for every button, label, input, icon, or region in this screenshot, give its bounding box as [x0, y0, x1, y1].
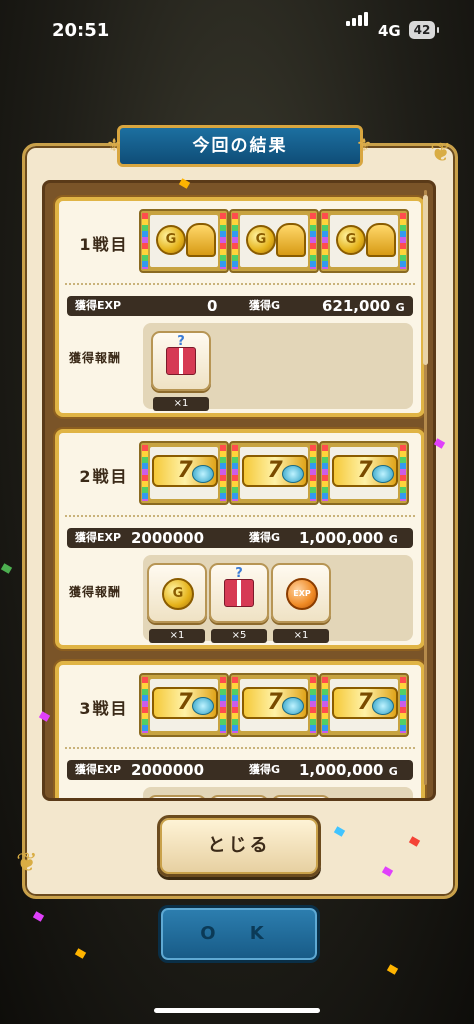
battle-label: 1戦目	[79, 235, 129, 254]
reward-item[interactable]: ? ×5	[209, 563, 269, 643]
slot-reel: 7	[139, 441, 229, 505]
slot-reel: 7	[319, 673, 409, 737]
confetti	[74, 948, 87, 959]
battle-card-2: 2戦目 7 7 7 獲得EXP 2000000 獲得G 1,000,000 G …	[55, 429, 425, 649]
gold-label: 獲得G	[249, 299, 281, 312]
gem-icon	[192, 697, 214, 715]
ok-button[interactable]: O K	[158, 905, 320, 963]
reward-area: G ? EXP	[143, 787, 413, 798]
gold-value: 1,000,000	[299, 761, 384, 779]
reward-item[interactable]: EXP	[271, 795, 331, 798]
mystery-gift-icon: ?	[224, 566, 254, 607]
battle-card-3: 3戦目 7 7 7 獲得EXP 2000000 獲得G 1,000,000 G …	[55, 661, 425, 798]
slot-reel: 7	[229, 441, 319, 505]
gem-icon	[282, 697, 304, 715]
reward-count: ×1	[149, 629, 205, 643]
exp-orb-icon: EXP	[286, 578, 318, 610]
gem-icon	[282, 465, 304, 483]
slot-reel: G	[229, 209, 319, 273]
fleur-icon: ⚜	[106, 135, 125, 156]
confetti	[0, 563, 13, 574]
gem-icon	[372, 697, 394, 715]
corner-ornament-icon: ❦	[16, 848, 38, 878]
gold-coin-icon: G	[162, 578, 194, 610]
battle-label: 2戦目	[79, 467, 129, 486]
reward-item[interactable]: G	[147, 795, 207, 798]
exp-value: 2000000	[131, 761, 205, 779]
clock: 20:51	[52, 20, 110, 41]
reward-area: ? ×1	[143, 323, 413, 411]
reward-label: 獲得報酬	[69, 351, 122, 365]
gold-label: 獲得G	[249, 763, 281, 776]
reward-count: ×1	[273, 629, 329, 643]
slot-reel: 7	[229, 673, 319, 737]
gem-icon	[192, 465, 214, 483]
home-indicator[interactable]	[154, 1008, 320, 1013]
reward-item[interactable]: EXP ×1	[271, 563, 331, 643]
reward-item[interactable]: ?	[209, 795, 269, 798]
confetti	[386, 964, 399, 975]
reward-count: ×1	[153, 397, 209, 411]
network-type: 4G	[378, 22, 401, 40]
stat-bar: 獲得EXP 0 獲得G 621,000 G	[67, 296, 413, 316]
dialog-title: ⚜ 今回の結果 ⚜	[106, 125, 372, 167]
slot-reel: G	[319, 209, 409, 273]
reward-item[interactable]: ? ×1	[151, 331, 211, 411]
bell-icon	[186, 223, 216, 257]
battle-result-list[interactable]: 1戦目 G G G 獲得EXP 0 獲得G 621,000 G 獲得報酬 ? ×…	[42, 180, 436, 801]
exp-value: 2000000	[131, 529, 205, 547]
confetti	[32, 911, 45, 922]
battle-card-1: 1戦目 G G G 獲得EXP 0 獲得G 621,000 G 獲得報酬 ? ×…	[55, 197, 425, 417]
status-bar: 20:51 4G 42	[0, 0, 474, 62]
exp-value: 0	[207, 297, 218, 315]
reward-item[interactable]: G ×1	[147, 563, 207, 643]
exp-label: 獲得EXP	[75, 763, 122, 776]
gold-label: 獲得G	[249, 531, 281, 544]
slot-reel: 7	[319, 441, 409, 505]
stat-bar: 獲得EXP 2000000 獲得G 1,000,000 G	[67, 528, 413, 548]
mystery-gift-icon: ?	[166, 334, 196, 375]
bell-icon	[366, 223, 396, 257]
exp-label: 獲得EXP	[75, 531, 122, 544]
slot-reel: G	[139, 209, 229, 273]
gold-value: 621,000	[322, 297, 391, 315]
corner-ornament-icon: ❦	[430, 138, 452, 168]
battery-icon: 42	[409, 21, 439, 39]
bell-icon	[276, 223, 306, 257]
reward-area: G ×1 ? ×5 EXP ×1	[143, 555, 413, 643]
gem-icon	[372, 465, 394, 483]
fleur-icon: ⚜	[355, 135, 374, 156]
gold-value: 1,000,000	[299, 529, 384, 547]
reward-label: 獲得報酬	[69, 585, 122, 599]
battle-label: 3戦目	[79, 699, 129, 718]
reward-count: ×5	[211, 629, 267, 643]
exp-label: 獲得EXP	[75, 299, 122, 312]
close-button[interactable]: とじる	[157, 815, 321, 877]
slot-reel: 7	[139, 673, 229, 737]
stat-bar: 獲得EXP 2000000 獲得G 1,000,000 G	[67, 760, 413, 780]
scrollbar-thumb[interactable]	[423, 195, 428, 365]
